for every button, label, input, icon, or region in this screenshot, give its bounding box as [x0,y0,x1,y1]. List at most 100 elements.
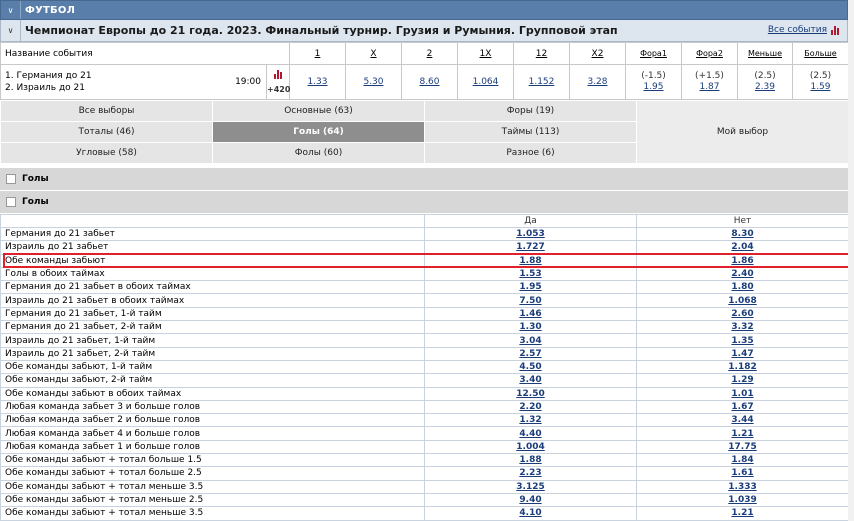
odd-w1[interactable]: 1.33 [307,77,327,87]
bet-yes-odd[interactable]: 3.125 [516,482,544,492]
tab-all[interactable]: Все выборы [0,100,213,122]
bet-yes-odd[interactable]: 1.004 [516,442,544,452]
col-header-x[interactable]: X [345,42,402,65]
scrollbar[interactable] [848,0,854,521]
bet-yes-odd[interactable]: 1.30 [519,322,541,332]
odd-1x[interactable]: 1.064 [473,77,499,87]
tab-halves[interactable]: Таймы (113) [424,121,637,143]
bet-yes-odd[interactable]: 7.50 [519,296,541,306]
goals-bets-table: Да Нет Германия до 21 забьет 1.053 8.30 Изр… [0,214,848,521]
more-bets[interactable]: +420 [266,65,290,99]
bet-yes-odd[interactable]: 1.88 [519,455,541,465]
odd-x2[interactable]: 3.28 [587,77,607,87]
odd-fora1[interactable]: 1.95 [643,82,663,92]
bet-no-odd[interactable]: 3.44 [731,415,753,425]
bet-no-odd[interactable]: 1.80 [731,282,753,292]
bet-no-odd[interactable]: 1.84 [731,455,753,465]
bet-yes-odd[interactable]: 2.20 [519,402,541,412]
bet-yes-odd[interactable]: 9.40 [519,495,541,505]
bet-no-odd[interactable]: 2.04 [731,242,753,252]
tab-misc[interactable]: Разное (6) [424,142,637,164]
col-header-2[interactable]: 2 [401,42,458,65]
chevron-down-icon[interactable]: ∨ [1,1,21,19]
event-name-header: Название события [0,42,290,65]
tab-my-choice[interactable]: Мой выбор [636,100,848,164]
bet-yes-odd[interactable]: 3.04 [519,336,541,346]
bet-yes-odd[interactable]: 4.50 [519,362,541,372]
bet-yes-odd[interactable]: 3.40 [519,375,541,385]
bet-no-odd[interactable]: 1.61 [731,468,753,478]
bet-yes-odd[interactable]: 1.95 [519,282,541,292]
bet-no-odd[interactable]: 1.35 [731,336,753,346]
bet-row: Обе команды забьют + тотал больше 2.5 2.2… [0,466,848,481]
bet-yes-odd[interactable]: 12.50 [516,389,544,399]
odd-w2[interactable]: 8.60 [419,77,439,87]
tab-main[interactable]: Основные (63) [212,100,425,122]
bet-no-odd[interactable]: 1.01 [731,389,753,399]
col-header-1[interactable]: 1 [289,42,346,65]
bet-name: Израиль до 21 забьет в обоих таймах [0,293,425,308]
fora2-line: (+1.5) [695,71,724,81]
bet-row: Обе команды забьют + тотал больше 1.5 1.8… [0,453,848,468]
bet-no-odd[interactable]: 1.47 [731,349,753,359]
tab-corners[interactable]: Угловые (58) [0,142,213,164]
col-header-fora1[interactable]: Фора1 [625,42,682,65]
bet-yes-odd[interactable]: 1.53 [519,269,541,279]
col-header-12[interactable]: 12 [513,42,570,65]
bet-no-odd[interactable]: 3.32 [731,322,753,332]
bet-yes-odd[interactable]: 1.053 [516,229,544,239]
odd-over[interactable]: 1.59 [810,82,830,92]
bet-yes-odd[interactable]: 1.46 [519,309,541,319]
bet-yes-cell: 12.50 [424,386,637,401]
bet-no-odd[interactable]: 1.67 [731,402,753,412]
bet-no-cell: 1.80 [636,280,848,295]
bet-no-odd[interactable]: 1.068 [728,296,756,306]
col-header-x2[interactable]: X2 [569,42,626,65]
bet-yes-odd[interactable]: 1.727 [516,242,544,252]
sport-header[interactable]: ∨ ФУТБОЛ [0,0,848,20]
section-checkbox[interactable] [6,197,16,207]
bet-no-odd[interactable]: 1.21 [731,429,753,439]
bet-no-odd[interactable]: 1.21 [731,508,753,518]
bet-row: Германия до 21 забьет в обоих таймах 1.95… [0,280,848,295]
section-title: Голы [22,174,49,184]
more-bets-count[interactable]: +420 [267,85,290,94]
odd-fora2[interactable]: 1.87 [699,82,719,92]
all-events-link[interactable]: Все события [768,25,827,35]
col-header-1x[interactable]: 1X [457,42,514,65]
bet-no-odd[interactable]: 2.60 [731,309,753,319]
bet-yes-odd[interactable]: 2.23 [519,468,541,478]
bet-no-odd[interactable]: 1.039 [728,495,756,505]
bet-no-cell: 1.35 [636,333,848,348]
bet-row: Голы в обоих таймах 1.53 2.40 [0,266,848,282]
col-header-over[interactable]: Больше [792,42,848,65]
bet-no-odd[interactable]: 8.30 [731,229,753,239]
bet-no-odd[interactable]: 1.86 [731,256,753,266]
bet-yes-odd[interactable]: 4.40 [519,429,541,439]
bet-no-odd[interactable]: 1.333 [728,482,756,492]
odd-x[interactable]: 5.30 [363,77,383,87]
bet-no-odd[interactable]: 17.75 [728,442,756,452]
tab-foras[interactable]: Форы (19) [424,100,637,122]
chevron-down-icon[interactable]: ∨ [1,20,21,41]
bet-yes-odd[interactable]: 1.32 [519,415,541,425]
event-teams[interactable]: 1. Германия до 21 2. Израиль до 21 19:00 [1,65,266,99]
bet-yes-odd[interactable]: 1.88 [519,256,541,266]
stats-bar-chart-icon[interactable] [274,70,282,79]
odd-under[interactable]: 2.39 [755,82,775,92]
section-checkbox[interactable] [6,174,16,184]
odd-12[interactable]: 1.152 [529,77,555,87]
tab-goals[interactable]: Голы (64) [212,121,425,143]
bet-no-odd[interactable]: 1.29 [731,375,753,385]
bet-yes-odd[interactable]: 4.10 [519,508,541,518]
tab-fouls[interactable]: Фолы (60) [212,142,425,164]
col-header-under[interactable]: Меньше [737,42,793,65]
stats-bar-chart-icon[interactable] [831,25,839,35]
bet-no-odd[interactable]: 1.182 [728,362,756,372]
section-goals-2[interactable]: Голы [0,191,848,214]
col-header-fora2[interactable]: Фора2 [681,42,738,65]
bet-no-odd[interactable]: 2.40 [731,269,753,279]
tab-totals[interactable]: Тоталы (46) [0,121,213,143]
bet-yes-odd[interactable]: 2.57 [519,349,541,359]
section-goals-1[interactable]: Голы [0,168,848,191]
